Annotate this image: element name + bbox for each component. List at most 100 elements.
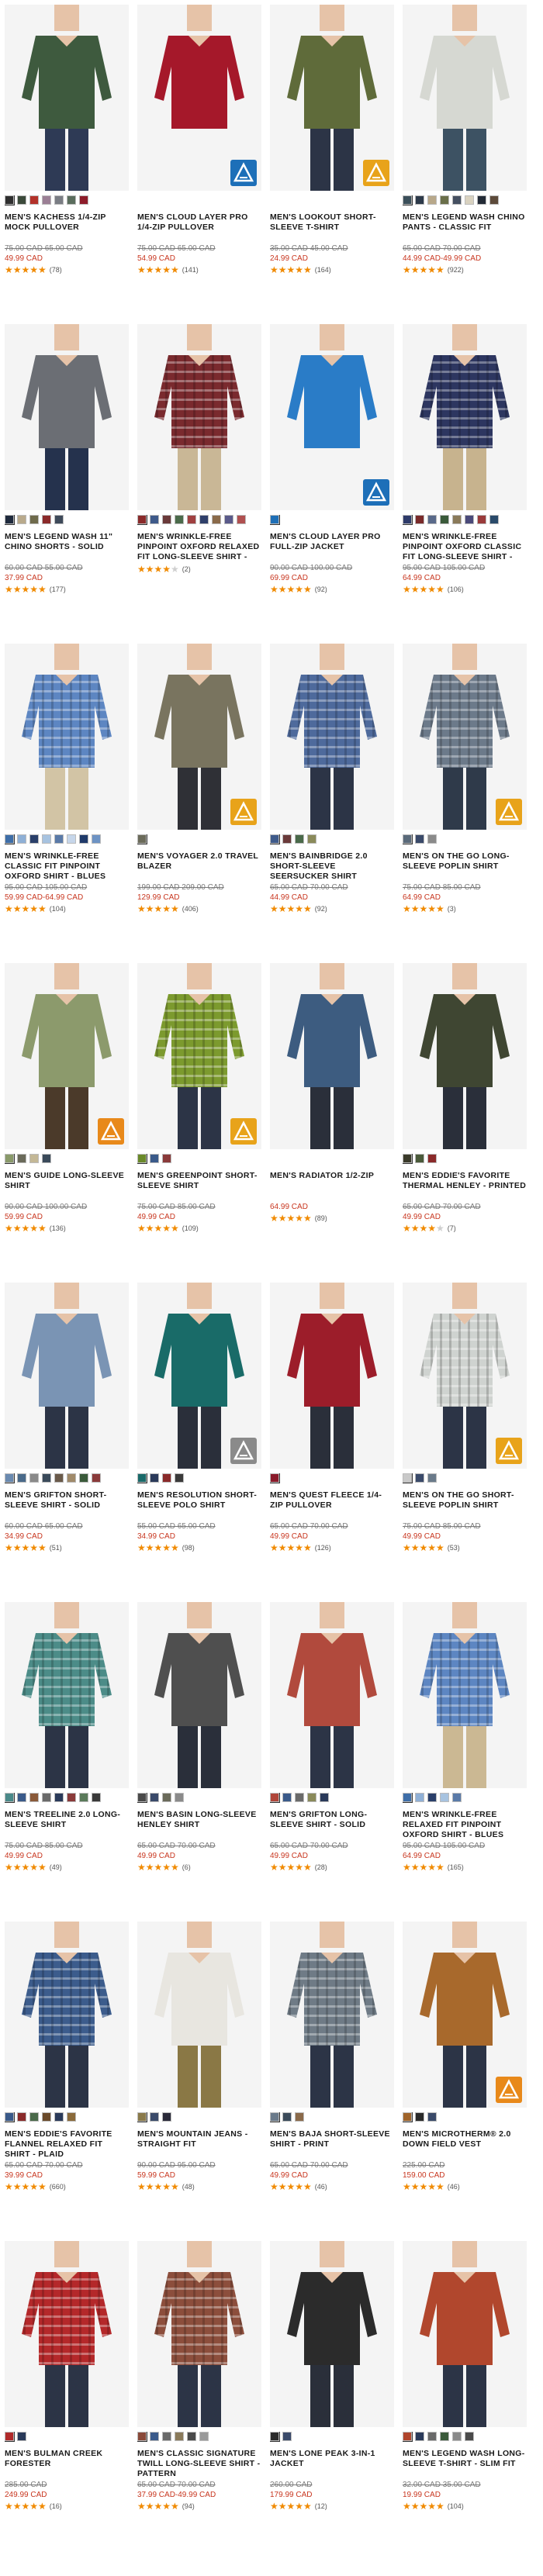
color-swatch[interactable]: [295, 2112, 304, 2122]
rating[interactable]: ★★★★★ (28): [270, 1863, 394, 1872]
color-swatch[interactable]: [440, 2432, 449, 2441]
rating[interactable]: ★★★★★ (7): [403, 1224, 527, 1233]
color-swatch[interactable]: [440, 195, 449, 205]
color-swatch[interactable]: [29, 1154, 39, 1163]
product-card[interactable]: MEN'S BASIN LONG-SLEEVE HENLEY SHIRT 65.0…: [137, 1602, 261, 1872]
color-swatch[interactable]: [307, 834, 316, 844]
product-title[interactable]: MEN'S GRIFTON LONG-SLEEVE SHIRT - SOLID: [270, 1810, 394, 1841]
color-swatch[interactable]: [224, 515, 233, 524]
product-image[interactable]: [137, 324, 261, 510]
color-swatch[interactable]: [427, 1793, 437, 1802]
product-card[interactable]: MEN'S LEGEND WASH CHINO PANTS - CLASSIC …: [403, 5, 527, 275]
color-swatch[interactable]: [162, 2112, 171, 2122]
color-swatch[interactable]: [29, 2112, 39, 2122]
product-title[interactable]: MEN'S WRINKLE-FREE PINPOINT OXFORD CLASS…: [403, 532, 527, 563]
product-title[interactable]: MEN'S WRINKLE-FREE PINPOINT OXFORD RELAX…: [137, 532, 261, 563]
product-card[interactable]: MEN'S EDDIE'S FAVORITE FLANNEL RELAXED F…: [5, 1922, 129, 2191]
product-card[interactable]: MEN'S ON THE GO LONG-SLEEVE POPLIN SHIRT…: [403, 644, 527, 913]
color-swatch[interactable]: [175, 1473, 184, 1483]
rating[interactable]: ★★★★★ (660): [5, 2182, 129, 2191]
color-swatch[interactable]: [17, 195, 26, 205]
product-image[interactable]: [5, 963, 129, 1149]
product-card[interactable]: MEN'S WRINKLE-FREE PINPOINT OXFORD RELAX…: [137, 324, 261, 574]
color-swatch[interactable]: [17, 515, 26, 524]
product-card[interactable]: MEN'S VOYAGER 2.0 TRAVEL BLAZER 199.00 CA…: [137, 644, 261, 913]
color-swatch[interactable]: [5, 1154, 15, 1164]
color-swatch[interactable]: [270, 2432, 280, 2442]
rating[interactable]: ★★★★★ (104): [403, 2502, 527, 2511]
product-card[interactable]: MEN'S GRIFTON SHORT-SLEEVE SHIRT - SOLID…: [5, 1283, 129, 1552]
color-swatch[interactable]: [270, 515, 280, 525]
color-swatch[interactable]: [29, 834, 39, 844]
color-swatch[interactable]: [452, 515, 462, 524]
color-swatch[interactable]: [175, 2432, 184, 2441]
product-image[interactable]: [270, 963, 394, 1149]
color-swatch[interactable]: [452, 2432, 462, 2441]
rating[interactable]: ★★★★★ (165): [403, 1863, 527, 1872]
color-swatch[interactable]: [17, 834, 26, 844]
product-card[interactable]: MEN'S MICROTHERM® 2.0 DOWN FIELD VEST 225…: [403, 1922, 527, 2191]
product-image[interactable]: [137, 644, 261, 830]
color-swatch[interactable]: [175, 1793, 184, 1802]
product-image[interactable]: [403, 1922, 527, 2108]
product-title[interactable]: MEN'S LEGEND WASH LONG-SLEEVE T-SHIRT - …: [403, 2449, 527, 2480]
color-swatch[interactable]: [403, 515, 413, 525]
product-image[interactable]: [403, 644, 527, 830]
color-swatch[interactable]: [42, 1793, 51, 1802]
color-swatch[interactable]: [403, 1154, 413, 1164]
rating[interactable]: ★★★★★ (98): [137, 1543, 261, 1552]
color-swatch[interactable]: [17, 1473, 26, 1483]
color-swatch[interactable]: [415, 2112, 424, 2122]
color-swatch[interactable]: [415, 195, 424, 205]
product-card[interactable]: MEN'S KACHESS 1/4-ZIP MOCK PULLOVER 75.00…: [5, 5, 129, 275]
color-swatch[interactable]: [270, 1793, 280, 1803]
product-card[interactable]: MEN'S WRINKLE-FREE RELAXED FIT PINPOINT …: [403, 1602, 527, 1872]
product-title[interactable]: MEN'S GRIFTON SHORT-SLEEVE SHIRT - SOLID: [5, 1490, 129, 1521]
color-swatch[interactable]: [403, 2432, 413, 2442]
product-card[interactable]: MEN'S WRINKLE-FREE CLASSIC FIT PINPOINT …: [5, 644, 129, 913]
product-title[interactable]: MEN'S VOYAGER 2.0 TRAVEL BLAZER: [137, 851, 261, 882]
rating[interactable]: ★★★★★ (109): [137, 1224, 261, 1233]
product-card[interactable]: MEN'S GUIDE LONG-SLEEVE SHIRT 90.00 CAD 1…: [5, 963, 129, 1233]
color-swatch[interactable]: [150, 1473, 159, 1483]
product-image[interactable]: [270, 1922, 394, 2108]
color-swatch[interactable]: [282, 2112, 292, 2122]
color-swatch[interactable]: [42, 1154, 51, 1163]
rating[interactable]: ★★★★★ (92): [270, 904, 394, 913]
color-swatch[interactable]: [415, 1154, 424, 1163]
color-swatch[interactable]: [427, 2432, 437, 2441]
product-image[interactable]: [403, 963, 527, 1149]
color-swatch[interactable]: [403, 834, 413, 844]
product-image[interactable]: [5, 324, 129, 510]
rating[interactable]: ★★★★★ (104): [5, 904, 129, 913]
product-title[interactable]: MEN'S CLOUD LAYER PRO FULL-ZIP JACKET: [270, 532, 394, 563]
color-swatch[interactable]: [440, 1793, 449, 1802]
color-swatch[interactable]: [29, 1793, 39, 1802]
color-swatch[interactable]: [79, 1473, 88, 1483]
color-swatch[interactable]: [42, 515, 51, 524]
color-swatch[interactable]: [187, 2432, 196, 2441]
color-swatch[interactable]: [175, 515, 184, 524]
color-swatch[interactable]: [270, 834, 280, 844]
color-swatch[interactable]: [79, 1793, 88, 1802]
product-card[interactable]: MEN'S BAJA SHORT-SLEEVE SHIRT - PRINT 65.…: [270, 1922, 394, 2191]
color-swatch[interactable]: [452, 195, 462, 205]
product-title[interactable]: MEN'S CLASSIC SIGNATURE TWILL LONG-SLEEV…: [137, 2449, 261, 2480]
rating[interactable]: ★★★★★ (164): [270, 265, 394, 275]
product-title[interactable]: MEN'S EDDIE'S FAVORITE THERMAL HENLEY - …: [403, 1171, 527, 1202]
product-image[interactable]: [403, 1283, 527, 1469]
product-image[interactable]: [270, 2241, 394, 2427]
color-swatch[interactable]: [54, 515, 64, 524]
color-swatch[interactable]: [465, 195, 474, 205]
product-card[interactable]: MEN'S GRIFTON LONG-SLEEVE SHIRT - SOLID 6…: [270, 1602, 394, 1872]
color-swatch[interactable]: [427, 515, 437, 524]
product-title[interactable]: MEN'S GUIDE LONG-SLEEVE SHIRT: [5, 1171, 129, 1202]
product-card[interactable]: MEN'S BULMAN CREEK FORESTER 285.00 CAD 249…: [5, 2241, 129, 2511]
color-swatch[interactable]: [79, 834, 88, 844]
product-image[interactable]: [5, 644, 129, 830]
color-swatch[interactable]: [150, 1793, 159, 1802]
color-swatch[interactable]: [92, 1793, 101, 1802]
color-swatch[interactable]: [415, 834, 424, 844]
product-image[interactable]: [270, 5, 394, 191]
product-title[interactable]: MEN'S TREELINE 2.0 LONG-SLEEVE SHIRT: [5, 1810, 129, 1841]
